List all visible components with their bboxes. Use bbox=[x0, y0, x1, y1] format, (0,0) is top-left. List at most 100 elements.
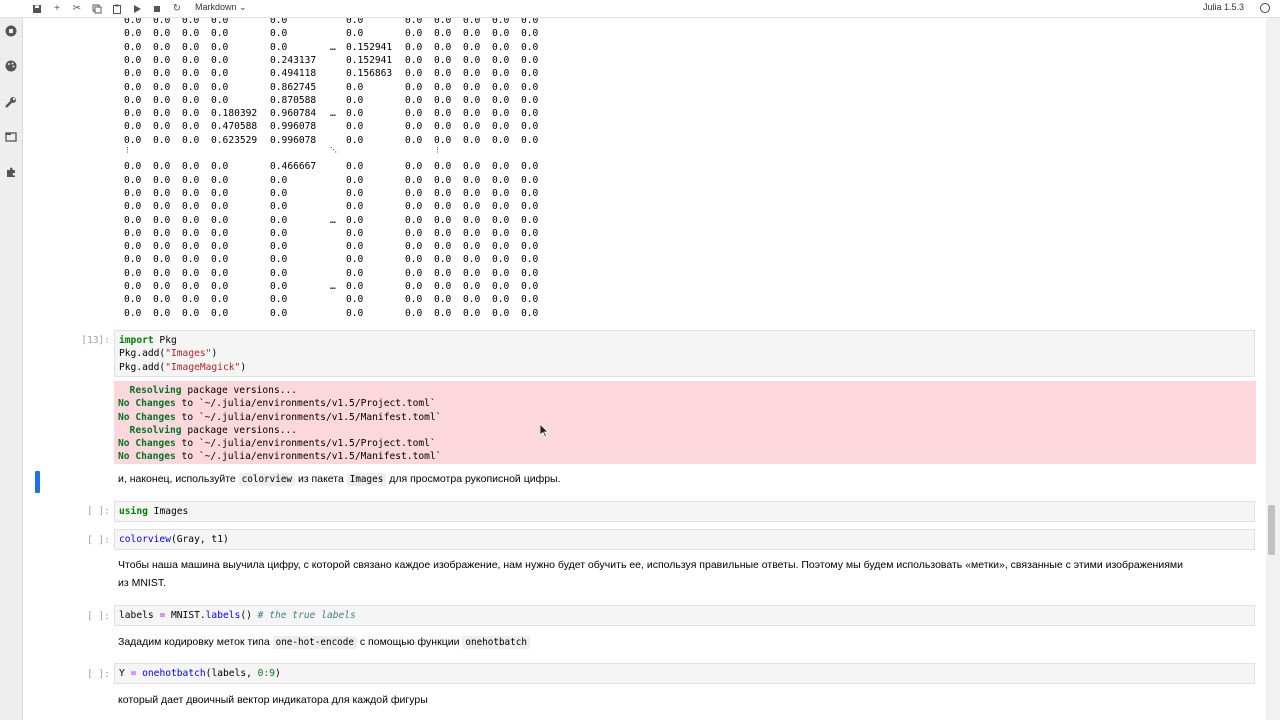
run-icon[interactable] bbox=[129, 1, 145, 16]
matrix-cell: 0.0 bbox=[182, 41, 200, 53]
matrix-cell: 0.0 bbox=[463, 267, 481, 279]
extension-icon[interactable] bbox=[4, 165, 18, 179]
matrix-cell: 0.0 bbox=[182, 214, 200, 226]
matrix-cell: 0.0 bbox=[124, 68, 142, 80]
matrix-cell: 0.0 bbox=[492, 241, 510, 253]
code-cell-onehotbatch[interactable]: Y = onehotbatch(labels, 0:9) bbox=[114, 663, 1255, 684]
matrix-cell: 0.0 bbox=[124, 121, 142, 133]
markdown-cell-onehot-intro[interactable]: Зададим кодировку меток типа one-hot-enc… bbox=[118, 634, 1218, 652]
markdown-cell-colorview-intro[interactable]: и, наконец, используйте colorview из пак… bbox=[118, 471, 1218, 489]
matrix-cell: 0.996078 bbox=[270, 134, 317, 146]
matrix-cell: 0.0 bbox=[492, 254, 510, 266]
matrix-cell: ⋱ bbox=[330, 146, 337, 154]
code-cell-labels[interactable]: labels = MNIST.labels() # the true label… bbox=[114, 605, 1255, 626]
matrix-cell: 0.0 bbox=[405, 108, 423, 120]
matrix-cell: 0.0 bbox=[270, 174, 288, 186]
add-cell-icon[interactable]: + bbox=[49, 1, 65, 16]
notebook-panel[interactable]: 0.0 0.0 0.0 0.0 0.0 0.0 0.0 0.0 0.0 0.0 0.0 0.0 0.0 0… bbox=[23, 18, 1265, 720]
matrix-cell: 0.0 bbox=[405, 121, 423, 133]
markdown-cell-labels-intro[interactable]: Чтобы наша машина выучила цифру, с котор… bbox=[118, 557, 1188, 592]
matrix-cell: 0.466667 bbox=[270, 161, 317, 173]
matrix-cell: 0.870588 bbox=[270, 94, 317, 106]
matrix-cell: 0.0 bbox=[492, 134, 510, 146]
matrix-cell: 0.0 bbox=[211, 28, 229, 40]
palette-icon[interactable] bbox=[4, 59, 18, 73]
matrix-cell: 0.0 bbox=[211, 281, 229, 292]
matrix-cell: 0.0 bbox=[211, 18, 229, 26]
scrollbar-track[interactable] bbox=[1266, 18, 1280, 720]
matrix-cell: 0.0 bbox=[124, 18, 142, 26]
matrix-cell: 0.470588 bbox=[211, 121, 258, 133]
matrix-cell: ⋮ bbox=[124, 146, 131, 154]
markdown-cell-onehot-desc[interactable]: который дает двоичный вектор индикатора … bbox=[118, 692, 1218, 710]
matrix-cell: 0.0 bbox=[463, 18, 481, 26]
save-icon[interactable] bbox=[29, 1, 45, 16]
keyword-import: import bbox=[119, 335, 154, 346]
keyword-using: using bbox=[119, 506, 148, 517]
scrollbar-thumb[interactable] bbox=[1268, 505, 1275, 555]
left-sidebar bbox=[0, 18, 23, 720]
tabs-icon[interactable] bbox=[4, 130, 18, 144]
copy-icon[interactable] bbox=[89, 1, 105, 16]
chevron-down-icon: ⌄ bbox=[239, 2, 247, 12]
matrix-cell: 0.0 bbox=[434, 174, 452, 186]
matrix-cell: 0.0 bbox=[153, 174, 171, 186]
paste-icon[interactable] bbox=[109, 1, 125, 16]
stop-icon[interactable] bbox=[149, 1, 165, 16]
code-text: ) bbox=[240, 361, 247, 373]
code-text: Pkg.add( bbox=[119, 348, 166, 360]
cell-type-select[interactable]: Markdown ⌄ bbox=[195, 2, 247, 13]
matrix-cell: 0.0 bbox=[434, 108, 452, 120]
matrix-cell: 0.0 bbox=[153, 294, 171, 306]
output-no-changes: No Changes bbox=[118, 438, 176, 450]
matrix-cell: 0.0 bbox=[346, 81, 364, 93]
matrix-cell: 0.0 bbox=[153, 227, 171, 239]
matrix-cell: 0.0 bbox=[521, 161, 539, 173]
matrix-cell: 0.0 bbox=[463, 254, 481, 266]
matrix-cell: 0.0 bbox=[434, 281, 452, 292]
matrix-cell: 0.0 bbox=[153, 241, 171, 253]
matrix-cell: 0.0 bbox=[346, 28, 364, 40]
matrix-cell: 0.0 bbox=[463, 281, 481, 292]
matrix-cell: 0.0 bbox=[270, 281, 288, 292]
matrix-cell: 0.0 bbox=[405, 281, 423, 292]
code-text: Pkg.add( bbox=[119, 361, 166, 373]
kernel-name[interactable]: Julia 1.5.3 bbox=[1203, 2, 1244, 12]
matrix-cell: 0.0 bbox=[434, 201, 452, 213]
md-text: и, наконец, используйте bbox=[118, 473, 239, 485]
matrix-cell: 0.0 bbox=[405, 41, 423, 53]
code-cell-colorview[interactable]: colorview(Gray, t1) bbox=[114, 529, 1255, 550]
md-text: из пакета bbox=[295, 473, 347, 485]
restart-icon[interactable]: ↻ bbox=[169, 1, 185, 16]
output-text: to `~/.julia/environments/v1.5/Manifest.… bbox=[175, 451, 442, 463]
cut-icon[interactable]: ✂ bbox=[69, 1, 85, 16]
code-function: onehotbatch bbox=[142, 668, 206, 679]
matrix-cell: 0.0 bbox=[405, 227, 423, 239]
matrix-cell: 0.0 bbox=[492, 281, 510, 292]
matrix-cell: 0.0 bbox=[463, 28, 481, 40]
code-text: ) bbox=[211, 348, 218, 360]
md-text: для просмотра рукописной цифры. bbox=[386, 473, 561, 485]
matrix-cell: 0.0 bbox=[434, 227, 452, 239]
matrix-cell: 0.0 bbox=[521, 227, 539, 239]
matrix-cell: 0.0 bbox=[124, 281, 142, 292]
code-cell-pkg-add[interactable]: import Pkg Pkg.add("Images") Pkg.add("Im… bbox=[114, 330, 1255, 377]
matrix-cell: 0.0 bbox=[211, 307, 229, 319]
matrix-cell: 0.0 bbox=[211, 294, 229, 306]
matrix-cell: … bbox=[330, 108, 336, 120]
running-icon[interactable] bbox=[4, 24, 18, 38]
wrench-icon[interactable] bbox=[4, 95, 18, 109]
matrix-cell: 0.0 bbox=[124, 134, 142, 146]
mouse-cursor-icon bbox=[540, 424, 549, 438]
code-text: (Gray, t1) bbox=[170, 534, 229, 545]
code-function: colorview bbox=[119, 534, 171, 545]
matrix-cell: 0.0 bbox=[492, 214, 510, 226]
code-text: MNIST. bbox=[165, 610, 206, 621]
matrix-cell: 0.0 bbox=[463, 41, 481, 53]
output-no-changes: No Changes bbox=[118, 411, 176, 423]
matrix-cell: 0.494118 bbox=[270, 68, 317, 80]
matrix-cell: 0.0 bbox=[463, 307, 481, 319]
matrix-cell: 0.0 bbox=[346, 201, 364, 213]
matrix-cell: 0.0 bbox=[270, 28, 288, 40]
code-cell-using-images[interactable]: using Images bbox=[114, 501, 1255, 522]
